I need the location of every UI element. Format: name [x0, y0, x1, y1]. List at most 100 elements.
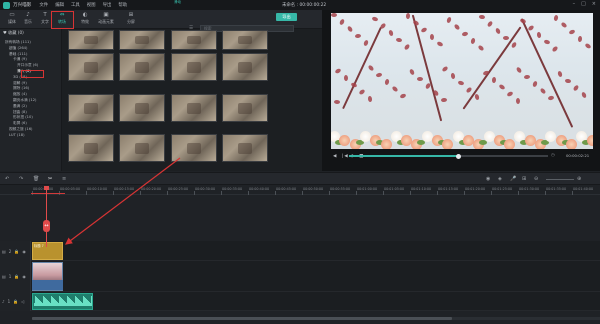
- transition-thumbnail[interactable]: [119, 134, 165, 162]
- sidebar-item[interactable]: 彩屏 (6): [13, 121, 27, 126]
- heart-icon: ♥: [3, 30, 7, 35]
- transition-thumbnail[interactable]: [68, 94, 114, 122]
- transition-thumbnail[interactable]: [119, 53, 165, 81]
- playhead-handle[interactable]: ↔: [43, 220, 50, 232]
- track-number: 2: [8, 248, 12, 254]
- timeline-scrollbar[interactable]: [32, 317, 600, 320]
- tool-split-screen[interactable]: ⊞ 分屏: [121, 11, 141, 28]
- transition-thumbnail[interactable]: [222, 30, 268, 50]
- transition-thumbnail[interactable]: [171, 30, 217, 50]
- playback-progress[interactable]: [349, 153, 548, 159]
- sidebar-item[interactable]: 视频之旅 (16): [9, 127, 33, 132]
- leaf-shape: [388, 29, 394, 37]
- transition-thumbnail[interactable]: [119, 94, 165, 122]
- tool-elements[interactable]: ▣ 动画元素: [96, 11, 116, 28]
- mixer-icon[interactable]: ⊞: [522, 176, 526, 182]
- menu-help[interactable]: 帮助: [118, 2, 127, 8]
- close-icon[interactable]: ×: [592, 1, 596, 7]
- menu-tools[interactable]: 工具: [71, 2, 80, 8]
- sidebar-item[interactable]: 超值 (264): [9, 46, 27, 51]
- sidebar-item[interactable]: 基础 (111): [9, 52, 27, 57]
- delete-icon[interactable]: 🗑: [33, 176, 39, 182]
- snapshot-icon[interactable]: ◷: [551, 153, 555, 158]
- menu-edit[interactable]: 编辑: [55, 2, 64, 8]
- sidebar-item[interactable]: 形状扭 (10): [13, 115, 33, 120]
- flower-shape: [483, 131, 495, 142]
- sidebar-item[interactable]: 扭曲 (8): [13, 110, 27, 115]
- undo-icon[interactable]: ↶: [5, 176, 9, 182]
- sidebar-item[interactable]: 缩放 (4): [13, 92, 27, 97]
- lock-icon[interactable]: 🔒: [14, 249, 19, 254]
- step-back-icon[interactable]: ❘◀: [340, 154, 347, 159]
- scrollbar-thumb[interactable]: [32, 317, 452, 320]
- leaf-shape: [405, 13, 411, 20]
- leaf-shape: [403, 43, 411, 51]
- leaf-shape: [334, 67, 342, 75]
- zoom-in-icon[interactable]: ⊕: [577, 176, 581, 182]
- export-button[interactable]: 导出: [276, 13, 297, 21]
- leaf-shape: [346, 25, 354, 33]
- transition-thumbnail[interactable]: [171, 94, 217, 122]
- sidebar-item[interactable]: 墨滴 (2): [13, 104, 27, 109]
- leaf-shape: [551, 45, 559, 53]
- leaf-shape: [446, 16, 452, 24]
- lock-icon[interactable]: 🔒: [14, 274, 19, 279]
- annotation-highlight-category: [21, 70, 44, 78]
- leaf-shape: [453, 23, 461, 31]
- leaf-shape: [429, 33, 435, 41]
- playhead-range: [31, 193, 65, 194]
- transition-thumbnail[interactable]: [68, 53, 114, 81]
- transition-thumbnail[interactable]: [68, 134, 114, 162]
- transition-thumbnail[interactable]: [119, 30, 165, 50]
- leaf-shape: [474, 93, 480, 101]
- sidebar-item[interactable]: 开口示意 (6): [17, 63, 38, 68]
- adjust-icon[interactable]: ≡: [62, 176, 66, 182]
- speaker-icon[interactable]: ◁: [21, 299, 24, 304]
- leaf-shape: [343, 74, 349, 82]
- ruler-tick: [518, 191, 519, 195]
- transition-thumbnail[interactable]: [171, 134, 217, 162]
- transition-thumbnail[interactable]: [171, 53, 217, 81]
- ruler-tick: [248, 191, 249, 195]
- audio-clip[interactable]: [32, 293, 93, 310]
- sidebar-item[interactable]: 所有转场 (111): [5, 40, 31, 45]
- sidebar-item[interactable]: 翻页水滴 (12): [13, 98, 37, 103]
- minimize-icon[interactable]: –: [573, 1, 576, 7]
- leaf-shape: [333, 99, 341, 105]
- maximize-icon[interactable]: □: [581, 1, 586, 7]
- marker-icon[interactable]: ◈: [498, 176, 502, 182]
- menu-file[interactable]: 文件: [39, 2, 48, 8]
- playhead-line[interactable]: [46, 190, 47, 247]
- eye-icon[interactable]: ◉: [22, 274, 26, 279]
- progress-knob[interactable]: [455, 153, 461, 159]
- leaf-shape: [371, 16, 379, 22]
- prev-frame-icon[interactable]: ◀: [333, 154, 336, 159]
- leaf-shape: [461, 31, 469, 37]
- lock-icon[interactable]: 🔒: [13, 299, 18, 304]
- track-title: [0, 241, 600, 261]
- transition-thumbnail[interactable]: [222, 134, 268, 162]
- transition-thumbnail[interactable]: [222, 94, 268, 122]
- sidebar-item[interactable]: 擦除 (16): [13, 86, 29, 91]
- leaf-shape: [515, 97, 521, 105]
- eye-icon[interactable]: ◉: [22, 249, 26, 254]
- ruler-label: 00:00:40:00: [249, 187, 270, 191]
- leaf-shape: [375, 72, 383, 78]
- sidebar-item[interactable]: 卡通 (9): [13, 57, 27, 62]
- sidebar-item[interactable]: LUT (18): [9, 133, 25, 137]
- voiceover-icon[interactable]: 🎤: [510, 176, 516, 182]
- sidebar-item[interactable]: 溶解 (9): [13, 81, 27, 86]
- title-clip[interactable]: 标题 7: [32, 242, 63, 260]
- favorites-header[interactable]: ♥ 收藏 (0): [3, 30, 24, 36]
- menu-view[interactable]: 视图: [87, 2, 96, 8]
- leaf-shape: [486, 20, 494, 28]
- transition-thumbnail[interactable]: [222, 53, 268, 81]
- redo-icon[interactable]: ↷: [19, 176, 23, 182]
- tool-effects[interactable]: ◐ 特效: [75, 11, 95, 28]
- zoom-slider[interactable]: [546, 179, 574, 180]
- render-icon[interactable]: ◉: [486, 176, 490, 182]
- cut-icon[interactable]: ✂: [48, 176, 52, 182]
- transition-thumbnail[interactable]: [68, 30, 114, 50]
- menu-export[interactable]: 导出: [103, 2, 112, 8]
- zoom-out-icon[interactable]: ⊖: [534, 176, 538, 182]
